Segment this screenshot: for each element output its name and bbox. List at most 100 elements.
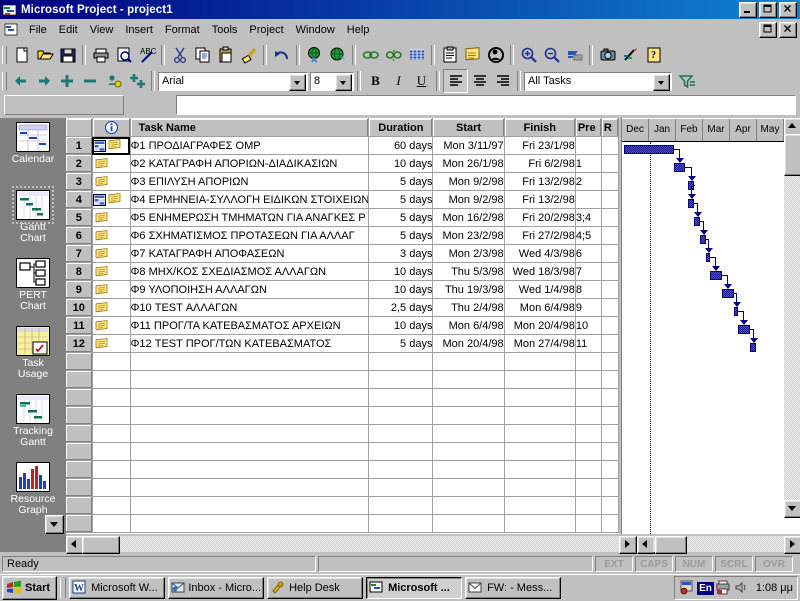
row-start[interactable]: Mon 9/2/98 <box>432 172 505 191</box>
taskbar-grip[interactable] <box>60 578 67 598</box>
row-predecessors[interactable]: 2 <box>575 172 602 191</box>
row-finish[interactable]: Mon 6/4/98 <box>504 298 576 317</box>
row-duration[interactable] <box>368 424 434 443</box>
row-resources[interactable] <box>601 226 619 245</box>
row-id[interactable] <box>66 496 93 515</box>
table-row[interactable]: 8 Φ8 ΜΗΧ/ΚΟΣ ΣΧΕΔΙΑΣΜΟΣ ΑΛΛΑΓΩΝ 10 days Thu… <box>66 262 619 281</box>
table-row-empty[interactable] <box>66 388 619 407</box>
row-start[interactable] <box>432 388 505 407</box>
row-duration[interactable]: 5 days <box>368 208 434 227</box>
row-indicators[interactable] <box>92 190 131 209</box>
taskbar-button[interactable]: Help Desk <box>267 577 364 599</box>
taskbar-button[interactable]: FW: - Mess... <box>465 577 562 599</box>
taskbar-button[interactable]: W Microsoft W... <box>69 577 166 599</box>
row-task-name[interactable]: Φ11 ΠΡΟΓ/ΤΑ ΚΑΤΕΒΑΣΜΑΤΟΣ ΑΡΧΕΙΩΝ <box>130 316 370 335</box>
row-indicators[interactable] <box>92 172 131 191</box>
row-start[interactable] <box>432 424 505 443</box>
table-row[interactable]: 6 Φ6 ΣΧΗΜΑΤΙΣΜΟΣ ΠΡΟΤΑΣΕΩΝ ΓΙΑ ΑΛΛΑΓ 5 day… <box>66 226 619 245</box>
row-task-name[interactable]: Φ12 TEST ΠΡΟΓ/ΤΩΝ ΚΑΤΕΒΑΣΜΑΤΟΣ <box>130 334 370 353</box>
row-predecessors[interactable] <box>575 460 602 479</box>
row-id[interactable]: 7 <box>66 244 93 263</box>
font-size-combo[interactable]: 8 <box>310 71 354 91</box>
insert-hyperlink-icon[interactable] <box>303 44 326 66</box>
row-id[interactable] <box>66 460 93 479</box>
row-indicators[interactable] <box>92 226 131 245</box>
row-duration[interactable]: 10 days <box>368 262 434 281</box>
row-id[interactable]: 12 <box>66 334 93 353</box>
paste-icon[interactable] <box>214 44 237 66</box>
row-resources[interactable] <box>601 334 619 353</box>
row-finish[interactable]: Fri 13/2/98 <box>504 172 576 191</box>
sidebar-item-calendar[interactable]: Calendar <box>0 118 66 186</box>
row-finish[interactable] <box>504 424 576 443</box>
row-duration[interactable]: 3 days <box>368 244 434 263</box>
row-task-name[interactable]: Φ2 ΚΑΤΑΓΡΑΦΗ ΑΠΟΡΙΩΝ-ΔΙΑΔΙΚΑΣΙΩΝ <box>130 154 370 173</box>
row-start[interactable]: Thu 2/4/98 <box>432 298 505 317</box>
row-finish[interactable] <box>504 442 576 461</box>
row-indicators[interactable] <box>92 280 131 299</box>
row-duration[interactable] <box>368 388 434 407</box>
table-row-empty[interactable] <box>66 442 619 461</box>
row-predecessors[interactable]: 7 <box>575 262 602 281</box>
menu-format[interactable]: Format <box>159 22 206 38</box>
row-start[interactable] <box>432 478 505 497</box>
row-task-name[interactable] <box>130 424 370 443</box>
column-header-start[interactable]: Start <box>432 118 505 137</box>
gantt-bar[interactable] <box>624 145 674 154</box>
row-indicators[interactable] <box>92 136 131 155</box>
row-resources[interactable] <box>601 406 619 425</box>
vertical-scrollbar[interactable] <box>784 118 800 518</box>
column-header-resources[interactable]: R <box>601 118 619 137</box>
sheet-scroll-thumb[interactable] <box>82 536 120 554</box>
mdi-close-button[interactable] <box>779 22 797 38</box>
row-predecessors[interactable]: 9 <box>575 298 602 317</box>
table-row-empty[interactable] <box>66 496 619 515</box>
clock[interactable]: 1:08 μμ <box>752 582 793 594</box>
row-duration[interactable]: 2,5 days <box>368 298 434 317</box>
zoom-out-icon[interactable] <box>540 44 563 66</box>
table-row-empty[interactable] <box>66 370 619 389</box>
row-duration[interactable] <box>368 442 434 461</box>
row-finish[interactable] <box>504 352 576 371</box>
row-task-name[interactable] <box>130 514 370 533</box>
row-finish[interactable]: Fri 6/2/98 <box>504 154 576 173</box>
language-indicator[interactable]: En <box>697 581 714 595</box>
column-header-predecessors[interactable]: Pre <box>575 118 602 137</box>
row-finish[interactable]: Fri 20/2/98 <box>504 208 576 227</box>
row-id[interactable]: 10 <box>66 298 93 317</box>
row-predecessors[interactable] <box>575 352 602 371</box>
indent-icon[interactable] <box>33 70 56 92</box>
row-finish[interactable] <box>504 496 576 515</box>
print-preview-icon[interactable] <box>112 44 135 66</box>
row-resources[interactable] <box>601 154 619 173</box>
cancel-entry-icon[interactable] <box>126 96 148 114</box>
row-finish[interactable] <box>504 406 576 425</box>
row-duration[interactable] <box>368 478 434 497</box>
row-predecessors[interactable] <box>575 424 602 443</box>
row-predecessors[interactable] <box>575 136 602 155</box>
row-finish[interactable] <box>504 478 576 497</box>
row-resources[interactable] <box>601 136 619 155</box>
show-subtasks-icon[interactable] <box>56 70 79 92</box>
row-resources[interactable] <box>601 262 619 281</box>
table-row-empty[interactable] <box>66 478 619 497</box>
row-predecessors[interactable]: 8 <box>575 280 602 299</box>
undo-icon[interactable] <box>270 44 293 66</box>
table-row[interactable]: 3 Φ3 ΕΠΙΛΥΣΗ ΑΠΟΡΙΩΝ 5 days Mon 9/2/98 Fri 1… <box>66 172 619 191</box>
row-task-name[interactable] <box>130 370 370 389</box>
row-start[interactable] <box>432 442 505 461</box>
row-start[interactable] <box>432 496 505 515</box>
row-resources[interactable] <box>601 478 619 497</box>
table-row[interactable]: 12 Φ12 TEST ΠΡΟΓ/ΤΩΝ ΚΑΤΕΒΑΣΜΑΤΟΣ 5 days Mo… <box>66 334 619 353</box>
note-indicator-icon[interactable] <box>95 265 108 278</box>
gantt-scroll-thumb[interactable] <box>655 536 687 554</box>
cut-icon[interactable] <box>168 44 191 66</box>
row-indicators[interactable] <box>92 424 131 443</box>
horizontal-scrollbar-area[interactable] <box>66 536 800 554</box>
menu-view[interactable]: View <box>84 22 120 38</box>
row-duration[interactable] <box>368 514 434 533</box>
row-start[interactable]: Mon 2/3/98 <box>432 244 505 263</box>
row-finish[interactable] <box>504 370 576 389</box>
row-indicators[interactable] <box>92 352 131 371</box>
toolbar-grip[interactable] <box>2 72 7 90</box>
